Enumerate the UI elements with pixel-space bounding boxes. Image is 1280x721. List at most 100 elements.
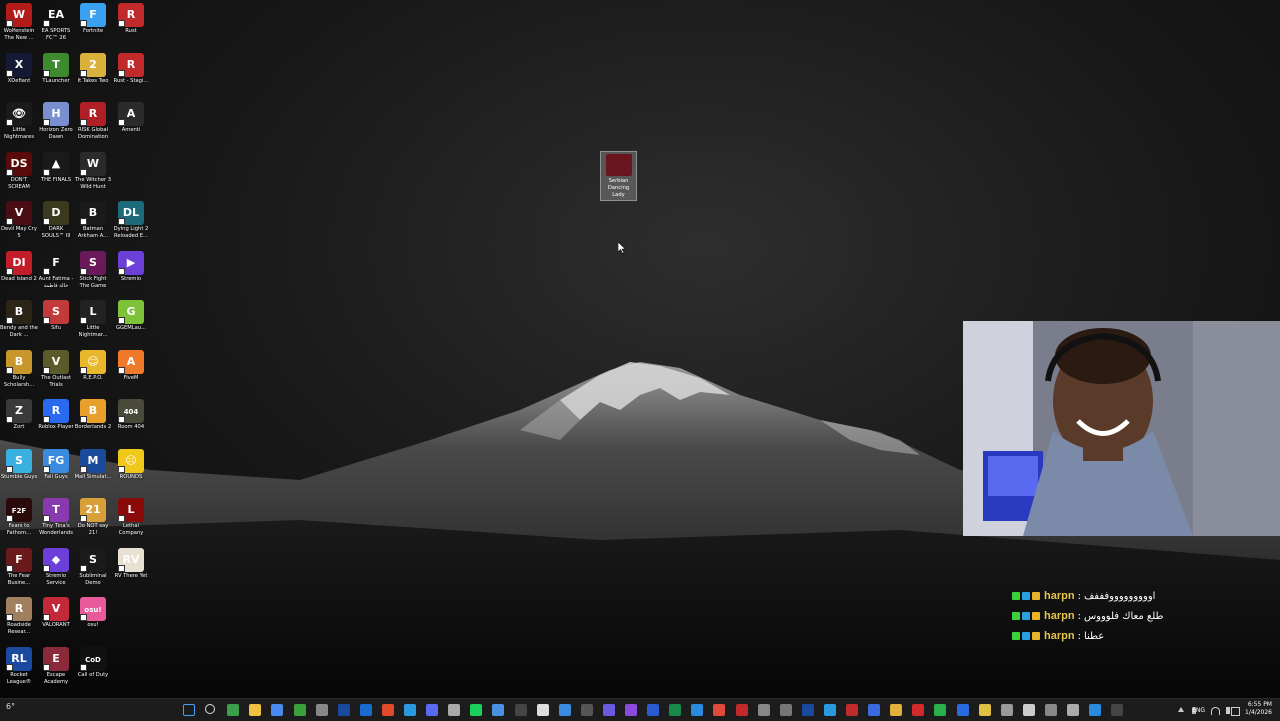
desktop-icon-fortnite[interactable]: F Fortnite (74, 3, 112, 51)
desktop-icon-tiny-tina-s-wonderlands[interactable]: T Tiny Tina's Wonderlands (37, 498, 75, 546)
green-app-icon[interactable] (934, 704, 947, 716)
app-icon[interactable] (1111, 704, 1124, 716)
desktop-icon-rounds[interactable]: ☹ ROUNDS (112, 448, 150, 497)
desktop-icon-do-not-say-21[interactable]: 21 Do NOT say 21! (74, 498, 112, 546)
twitch-icon[interactable] (625, 704, 637, 716)
desktop-icon-xdefiant[interactable]: X XDefiant (0, 52, 38, 101)
desktop-icon-wolfenstein-the-new[interactable]: W Wolfenstein The New ... (0, 3, 38, 51)
desktop-icon-stumble-guys[interactable]: S Stumble Guys (0, 448, 38, 497)
notepad-icon[interactable] (558, 704, 571, 716)
adobe-icon[interactable] (735, 704, 748, 716)
desktop-icon-borderlands-2[interactable]: B Borderlands 2 (74, 399, 112, 447)
desktop-icon-fall-guys[interactable]: FG Fall Guys (37, 448, 75, 497)
battery-icon[interactable] (1231, 707, 1240, 716)
steam-icon[interactable] (337, 704, 350, 716)
xbox-icon[interactable] (293, 704, 306, 716)
desktop-icon-stremio[interactable]: ▶ Stremio (112, 250, 150, 299)
desktop-icon-dark-souls-iii[interactable]: D DARK SOULS™ III (37, 201, 75, 249)
desktop-icon-little-nightmares[interactable]: 👁 Little Nightmares (0, 102, 38, 150)
desktop-icon-r-e-p-o[interactable]: ☺ R.E.P.O. (74, 349, 112, 398)
weather-widget[interactable]: 6° (6, 702, 15, 711)
taskbar-clock[interactable]: 6:55 PM 1/4/2026 (1245, 701, 1272, 717)
store-icon[interactable] (271, 704, 284, 716)
desktop-icon-mall-simulat[interactable]: M Mall Simulat... (74, 448, 112, 497)
outlook-icon[interactable] (359, 704, 372, 716)
obs-icon[interactable] (514, 704, 527, 716)
desktop-icon-fivem[interactable]: A FiveM (112, 349, 150, 398)
edge-icon[interactable] (404, 704, 416, 716)
desktop-icon-amenti[interactable]: A Amenti (112, 102, 150, 150)
desktop-icon-dead-island-2[interactable]: DI Dead Island 2 (0, 250, 38, 299)
desktop-icon-zort[interactable]: Z Zort (0, 399, 38, 447)
desktop-icon-roadside-resear[interactable]: R Roadside Resear... (0, 597, 38, 645)
tool-icon[interactable] (1000, 704, 1013, 716)
desktop-icon-the-fear-busine[interactable]: F The Fear Busine... (0, 547, 38, 596)
epic-icon[interactable] (536, 704, 549, 716)
desktop-icon-devil-may-cry-5[interactable]: V Devil May Cry 5 (0, 201, 38, 249)
desktop-icon-osu[interactable]: osu! osu! (74, 597, 112, 645)
chrome-alt-icon[interactable] (713, 704, 726, 716)
chrome-icon[interactable] (227, 704, 240, 716)
blue-app-icon[interactable] (956, 704, 969, 716)
brave-icon[interactable] (381, 704, 394, 716)
spotify-icon[interactable] (470, 704, 483, 716)
desktop-icon-rust-stagi[interactable]: R Rust - Stagi... (112, 52, 150, 101)
desktop-icon-bendy-and-the-dark[interactable]: B Bendy and the Dark ... (0, 300, 38, 348)
phone-icon[interactable] (1089, 704, 1102, 716)
desktop-icon-stick-fight-the-game[interactable]: S Stick Fight The Game (74, 250, 112, 299)
desktop-icon-lethal-company[interactable]: L Lethal Company (112, 498, 150, 546)
desktop-icon-the-witcher-3-wild-hunt[interactable]: W The Witcher 3 Wild Hunt (74, 151, 112, 200)
calculator-icon[interactable] (580, 704, 593, 716)
shield-icon[interactable] (846, 704, 858, 716)
settings-icon[interactable] (448, 704, 461, 716)
desktop-icon-fears-to-fathom[interactable]: F2F Fears to Fathom... (0, 498, 38, 546)
desktop-icon-horizon-zero-dawn[interactable]: H Horizon Zero Dawn (37, 102, 75, 150)
excel-icon[interactable] (669, 704, 682, 716)
game-icon[interactable] (868, 704, 881, 716)
desktop-icon-batman-arkham-a[interactable]: B Batman Arkham A... (74, 201, 112, 249)
desktop-icon-ea-sports-fc-26[interactable]: EA EA SPORTS FC™ 26 (37, 3, 75, 51)
desktop-icon-it-takes-two[interactable]: 2 It Takes Two (74, 52, 112, 101)
desktop-icon-ggemlau[interactable]: G GGEMLau... (112, 300, 150, 348)
word-icon[interactable] (647, 704, 660, 716)
desktop-icon-risk-global-domination[interactable]: R RISK Global Domination (74, 102, 112, 150)
discord-icon[interactable] (426, 704, 439, 716)
desktop-icon-rv-there-yet[interactable]: RV RV There Yet (112, 547, 150, 596)
media-icon[interactable] (757, 704, 770, 716)
desktop-icon-little-nightmar[interactable]: L Little Nightmar... (74, 300, 112, 348)
steam-alt-icon[interactable] (801, 704, 814, 716)
search-icon[interactable] (205, 704, 216, 714)
home-icon[interactable] (1022, 704, 1035, 716)
edge-alt-icon[interactable] (823, 704, 836, 716)
volume-icon[interactable] (1226, 707, 1230, 714)
show-hidden-icons-chevron-icon[interactable] (1178, 707, 1184, 712)
desktop-icon-escape-academy[interactable]: E Escape Academy (37, 646, 75, 695)
desktop-icon-valorant[interactable]: V VALORANT (37, 597, 75, 645)
photos-icon[interactable] (492, 704, 505, 716)
desktop-icon-tlauncher[interactable]: T TLauncher (37, 52, 75, 101)
desktop-icon-aunt-fatima[interactable]: F Aunt Fatima - خالة فاطمة (37, 250, 75, 299)
monitor-icon[interactable] (1044, 704, 1057, 716)
windows-start-icon[interactable] (183, 704, 195, 716)
snip-icon[interactable] (779, 704, 792, 716)
folder-icon[interactable] (890, 704, 903, 716)
vscode-icon[interactable] (691, 704, 704, 716)
terminal-icon[interactable] (315, 704, 328, 716)
desktop-icon-room-404[interactable]: 404 Room 404 (112, 399, 150, 447)
desktop-icon-serbian-dancing-lady[interactable]: Serbian Dancing Lady (600, 151, 637, 201)
desktop-icon-rust[interactable]: R Rust (112, 3, 150, 51)
desktop-icon-the-outlast-trials[interactable]: V The Outlast Trials (37, 349, 75, 398)
desktop-icon-sifu[interactable]: S Sifu (37, 300, 75, 348)
desktop-icon-subliminal-demo[interactable]: S Subliminal Demo (74, 547, 112, 596)
desktop-icon-dying-light-2-reloaded-e[interactable]: DL Dying Light 2 Reloaded E... (112, 201, 150, 249)
file-explorer-icon[interactable] (249, 704, 262, 716)
teams-icon[interactable] (602, 704, 615, 716)
language-indicator[interactable]: ENG (1192, 707, 1205, 714)
gallery-icon[interactable] (1067, 704, 1079, 716)
desktop-icon-don-t-scream[interactable]: DS DON'T SCREAM (0, 151, 38, 200)
desktop-icon-roblox-player[interactable]: R Roblox Player (37, 399, 75, 447)
desktop-icon-rocket-league[interactable]: RL Rocket League® (0, 646, 38, 695)
yellow-app-icon[interactable] (978, 704, 991, 716)
desktop-icon-stremio-service[interactable]: ◆ Stremio Service (37, 547, 75, 596)
desktop-icon-call-of-duty[interactable]: CoD Call of Duty (74, 646, 112, 695)
